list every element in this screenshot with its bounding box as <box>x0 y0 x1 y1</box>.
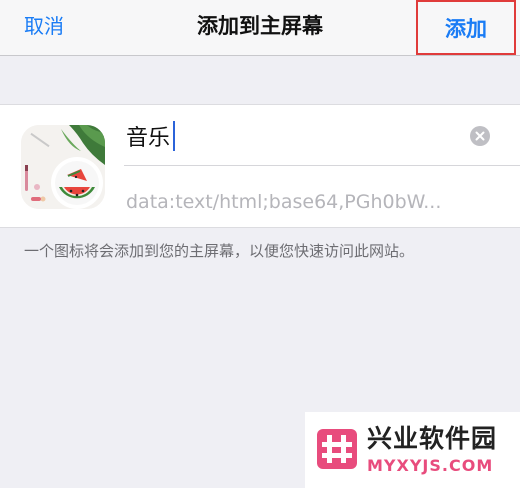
watermelon-photo-icon <box>21 125 105 209</box>
text-caret <box>173 121 175 151</box>
watermark-domain: MYXYJS.COM <box>367 456 494 475</box>
navigation-bar: 取消 添加到主屏幕 添加 <box>0 0 520 56</box>
watermark-site-name: 兴业软件园 <box>367 424 498 453</box>
hint-text: 一个图标将会添加到您的主屏幕，以便您快速访问此网站。 <box>24 242 415 260</box>
clear-input-icon[interactable] <box>470 126 490 146</box>
add-button[interactable]: 添加 <box>416 0 516 55</box>
bookmark-url: data:text/html;base64,PGh0bW... <box>126 191 442 213</box>
watermark: 兴业软件园 MYXYJS.COM <box>305 412 520 488</box>
name-row <box>124 105 520 166</box>
add-button-label: 添加 <box>445 16 487 41</box>
bookmark-card: data:text/html;base64,PGh0bW... <box>0 104 520 228</box>
site-logo-icon <box>317 429 357 469</box>
